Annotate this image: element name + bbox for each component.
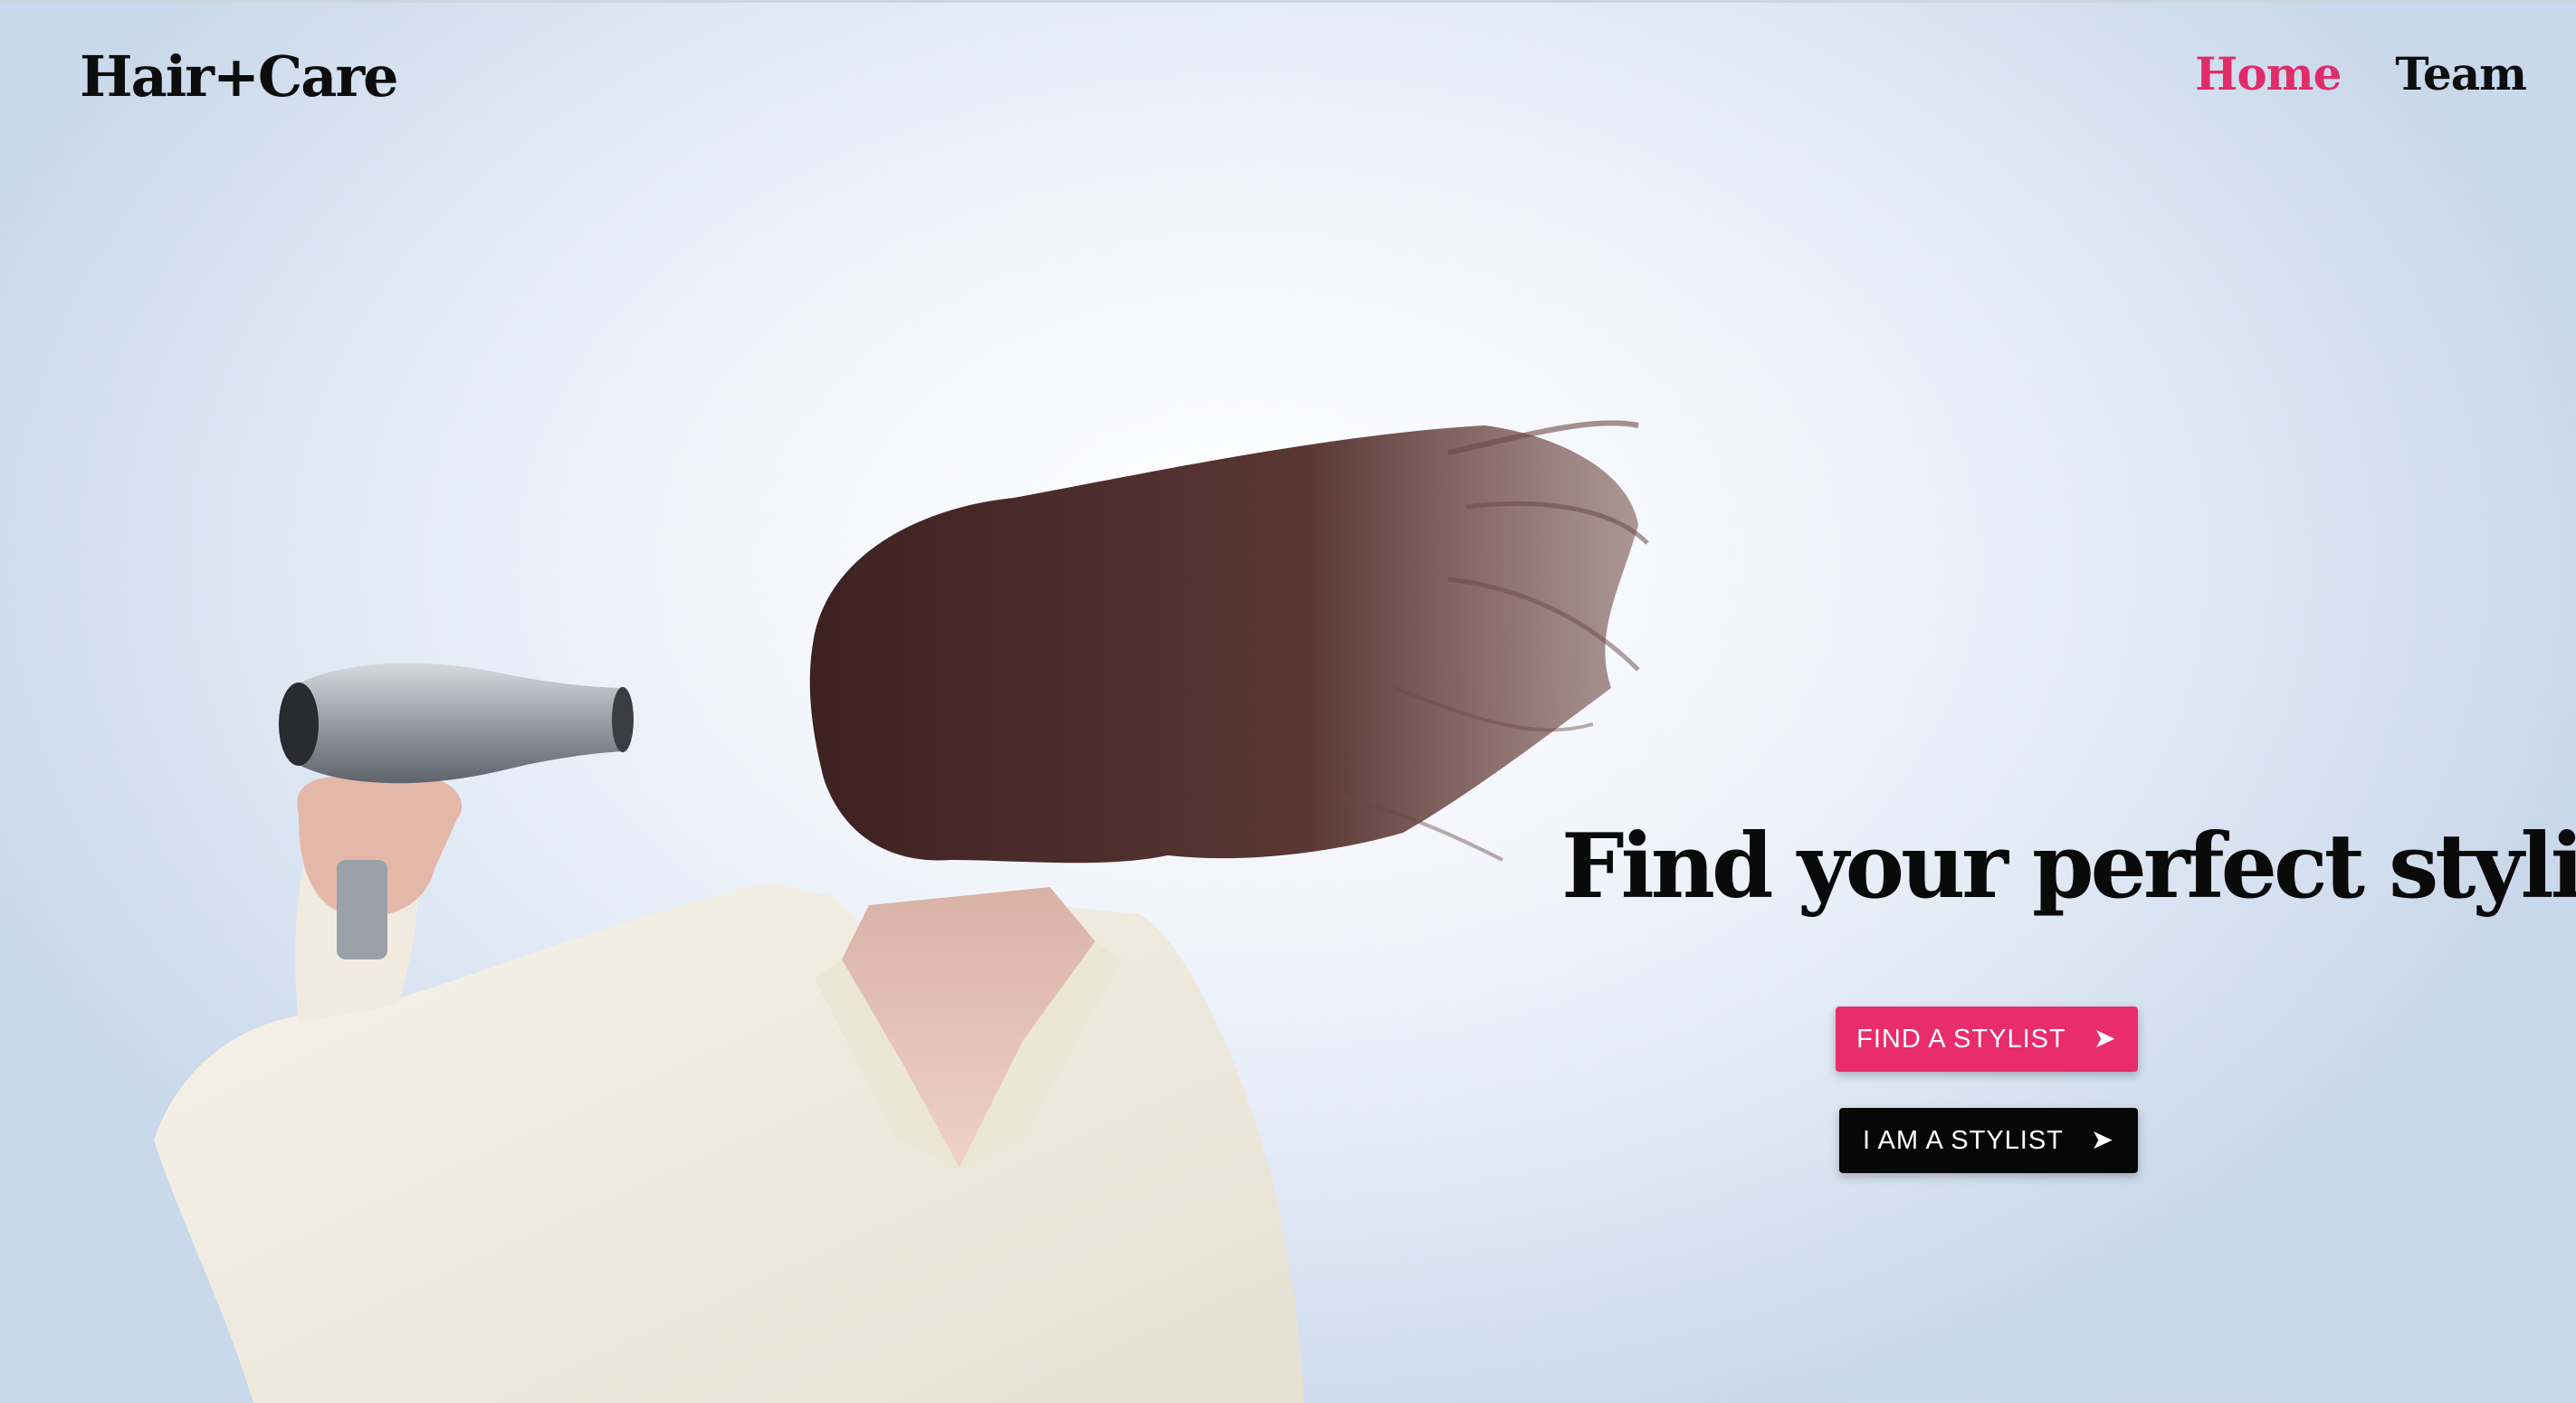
hero-title: Find your perfect stylist xyxy=(1561,815,2576,919)
i-am-stylist-button[interactable]: I AM A STYLIST ➤ xyxy=(1839,1108,2138,1173)
hero-image xyxy=(154,420,1649,1403)
arrow-right-icon: ➤ xyxy=(2093,1024,2117,1054)
site-header: Hair+Care Home Team xyxy=(0,0,2576,172)
find-stylist-button[interactable]: FIND A STYLIST ➤ xyxy=(1836,1007,2138,1072)
arrow-right-icon: ➤ xyxy=(2090,1125,2115,1155)
main-nav: Home Team xyxy=(2195,47,2527,100)
find-stylist-label: FIND A STYLIST xyxy=(1856,1024,2066,1054)
nav-home-link[interactable]: Home xyxy=(2195,47,2342,100)
brand-logo[interactable]: Hair+Care xyxy=(80,43,399,110)
nav-team-link[interactable]: Team xyxy=(2395,47,2527,100)
i-am-stylist-label: I AM A STYLIST xyxy=(1862,1125,2064,1155)
